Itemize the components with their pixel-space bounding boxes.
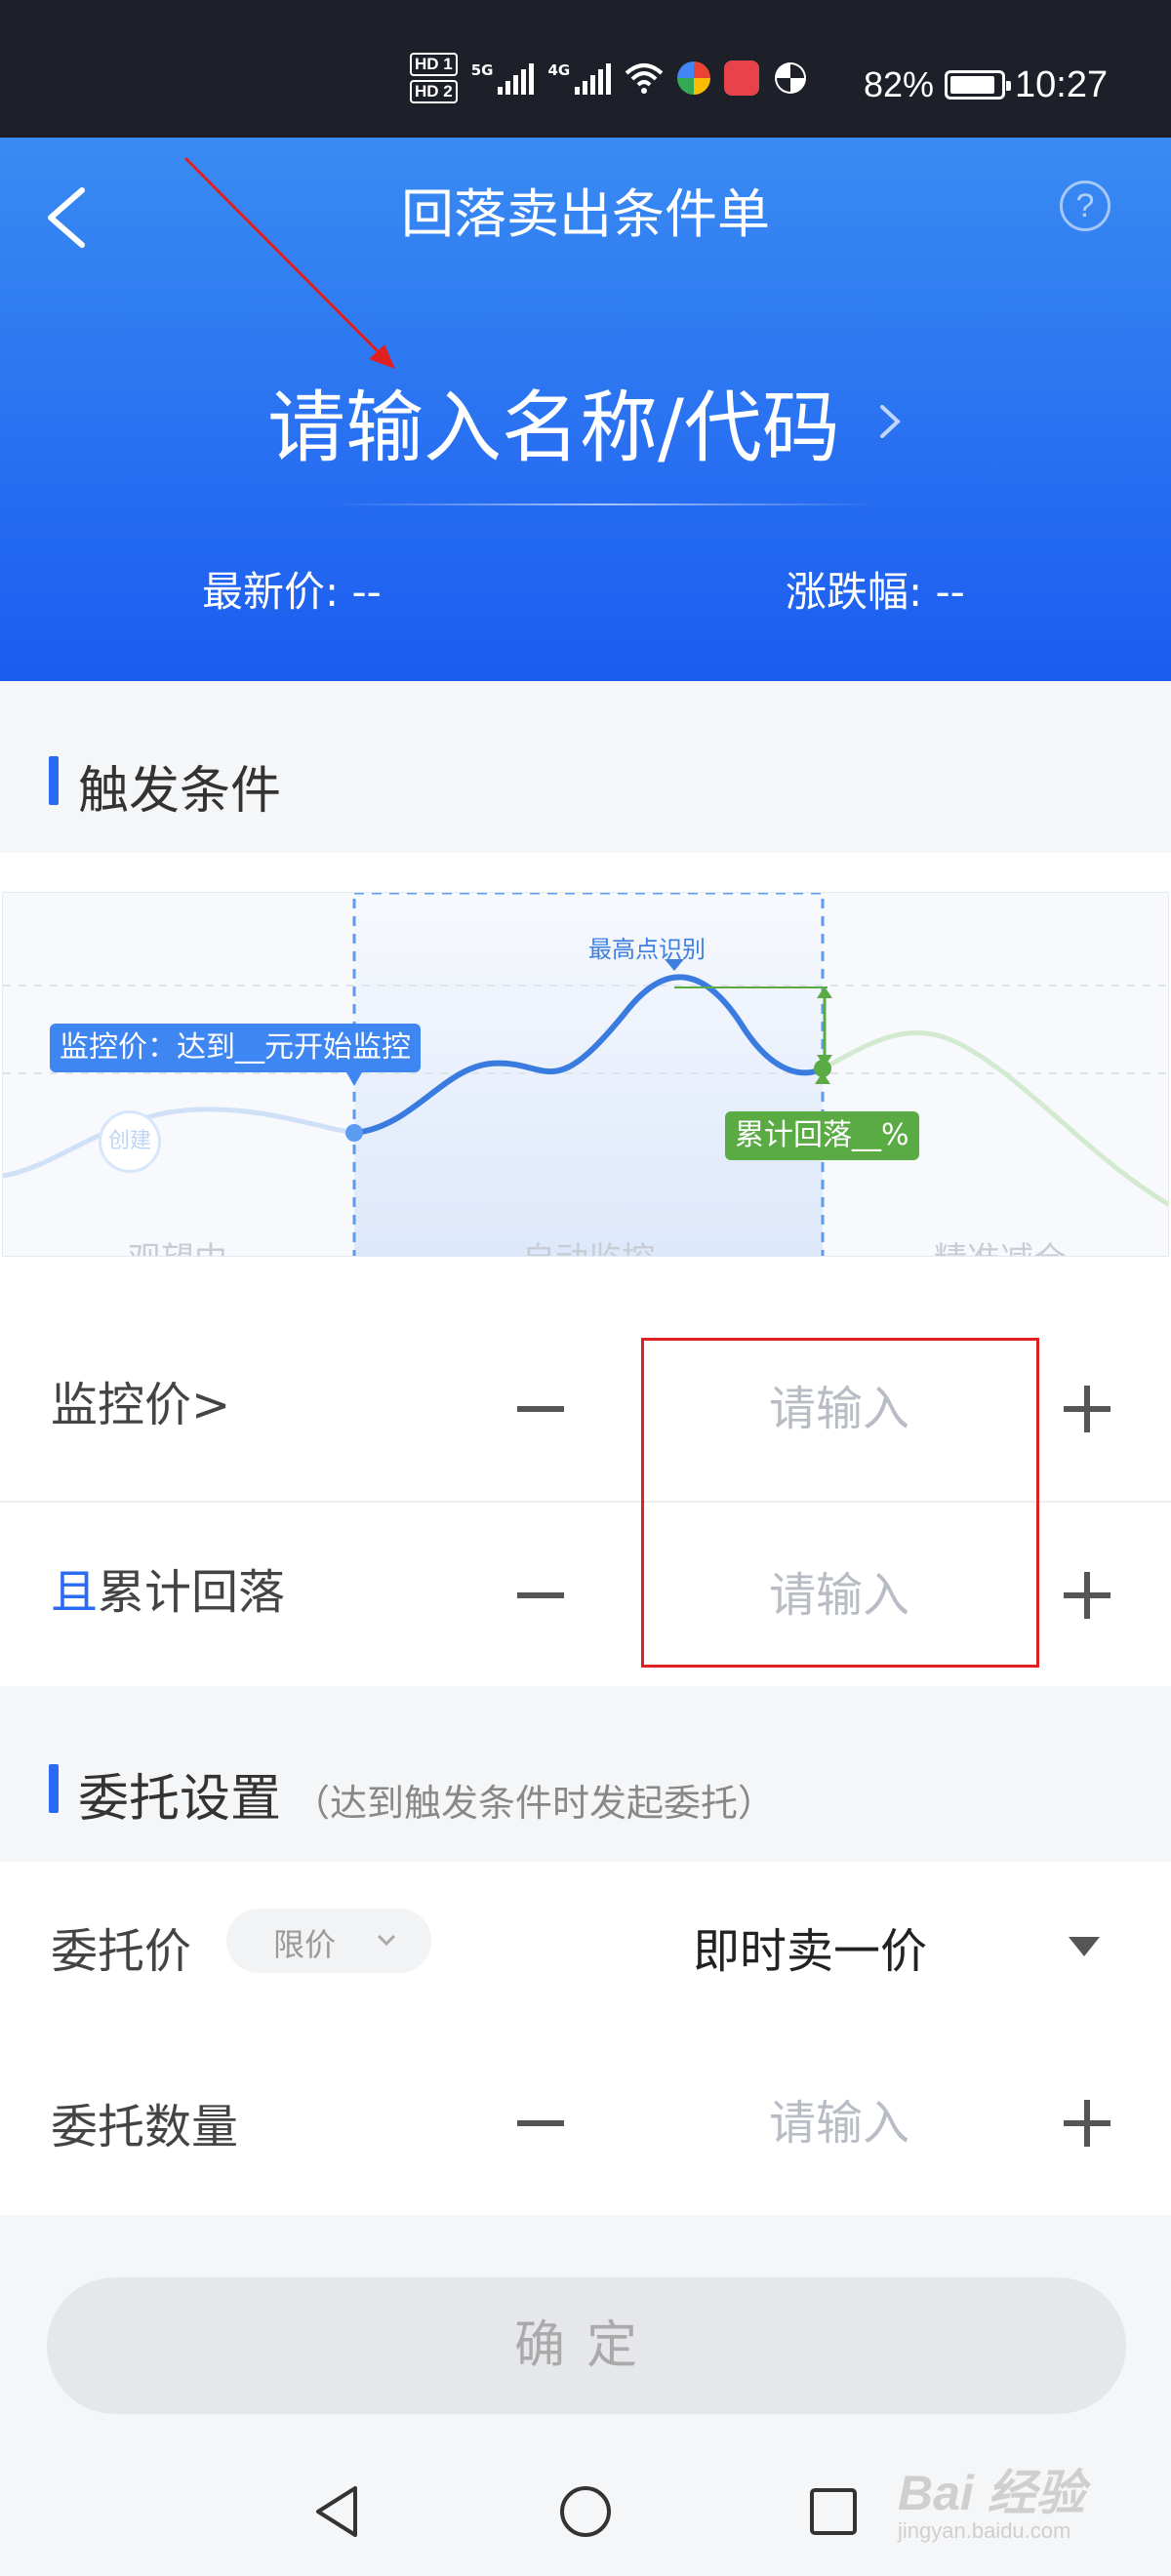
price-type-select[interactable]: 限价 [226,1909,431,1973]
chevron-down-icon [377,1934,396,1947]
page-title: 回落卖出条件单 [401,183,770,245]
order-qty-label: 委托数量 [51,2100,239,2154]
drawdown-tip: 累计回落__% [725,1111,919,1160]
picker-underline [332,503,878,505]
section-accent-bar [49,1764,59,1813]
clock: 10:27 [1015,64,1109,105]
hd1-badge: HD 1 [410,53,458,76]
trigger-section-header: 触发条件 [0,681,1171,853]
latest-price: 最新价: -- [202,568,382,616]
battery-icon [945,70,1011,100]
order-section-note: （达到触发条件时发起委托） [293,1782,776,1825]
price-type-value: 限价 [273,1926,337,1963]
confirm-button[interactable]: 确定 [47,2277,1126,2414]
qty-minus-button[interactable] [517,2120,564,2126]
illustration-svg [3,893,1168,1256]
order-section-header: 委托设置 （达到触发条件时发起委托） [0,1686,1171,1862]
order-price-mode[interactable]: 即时卖一价 [693,1912,927,1981]
net2-label: 4G [547,61,571,79]
monitor-price-minus-button[interactable] [517,1406,564,1412]
caret-down-icon[interactable] [1069,1937,1100,1956]
monitor-price-label: 监控价> [51,1378,231,1432]
nav-back-icon[interactable] [310,2482,363,2541]
net1-label: 5G [470,61,494,79]
chevron-right-icon [880,405,901,438]
trigger-section-title: 触发条件 [78,762,282,821]
stock-picker-label: 请输入名称/代码 [266,382,840,473]
order-price-label: 委托价 [51,1924,192,1979]
signal-4g-icon: 4G [547,61,612,95]
stage-auto-monitor: 自动监控 [522,1232,655,1256]
wifi-icon [625,63,664,94]
nav-recents-icon[interactable] [806,2482,861,2541]
illustration-canvas: 创建 监控价：达到__元开始监控 最高点识别 累计回落__% 观望中 自动监控 … [2,892,1169,1257]
drawdown-label-text: 累计回落 [98,1565,286,1620]
pre-curve [3,1107,355,1179]
order-section-title: 委托设置 （达到触发条件时发起委托） [78,1757,775,1831]
watermark-brand: Bai 经验 [898,2466,1085,2520]
drawdown-minus-button[interactable] [517,1592,564,1598]
monitor-tip: 监控价：达到__元开始监控 [50,1024,421,1072]
app-colorwheel-icon [677,61,711,95]
qty-input[interactable] [644,2084,1034,2162]
stock-picker[interactable]: 请输入名称/代码 [0,365,1171,473]
app-swirl-icon [775,62,807,94]
watermark-url: jingyan.baidu.com [898,2518,1071,2543]
drawdown-plus-button[interactable] [1064,1572,1110,1619]
signal-5g-icon: 5G [471,61,535,95]
monitor-point [345,1124,363,1142]
nav-home-icon[interactable] [556,2482,615,2541]
monitor-price-plus-button[interactable] [1064,1386,1110,1432]
hd2-badge: HD 2 [410,80,458,103]
hd-indicator: HD 1 HD 2 [410,53,458,103]
drawdown-prefix: 且 [51,1565,99,1620]
status-icons: HD 1 HD 2 5G 4G [410,49,808,107]
qty-plus-button[interactable] [1064,2100,1110,2147]
trigger-illustration: 创建 监控价：达到__元开始监控 最高点识别 累计回落__% 观望中 自动监控 … [0,853,1171,1298]
stage-watching: 观望中 [128,1232,227,1256]
peak-tip: 最高点识别 [588,936,706,963]
huawei-store-icon [724,60,760,96]
annotation-red-box [641,1338,1039,1668]
baidu-watermark: Bai 经验 jingyan.baidu.com [898,2454,1085,2544]
section-accent-bar [49,756,59,805]
create-badge: 创建 [99,1110,161,1173]
stage-precise-reduce: 精准减仓 [934,1232,1067,1256]
price-change: 涨跌幅: -- [786,568,965,616]
order-form: 委托价 委托数量 [0,1862,1171,2215]
order-section-title-text: 委托设置 [78,1770,282,1829]
battery-percent: 82% [864,64,935,104]
drawdown-label: 且累计回落 [51,1553,285,1622]
header: 回落卖出条件单 ? 请输入名称/代码 最新价: -- 涨跌幅: -- [0,138,1171,681]
status-bar: HD 1 HD 2 5G 4G 82% 10:27 [0,0,1171,138]
help-icon[interactable]: ? [1060,181,1110,231]
